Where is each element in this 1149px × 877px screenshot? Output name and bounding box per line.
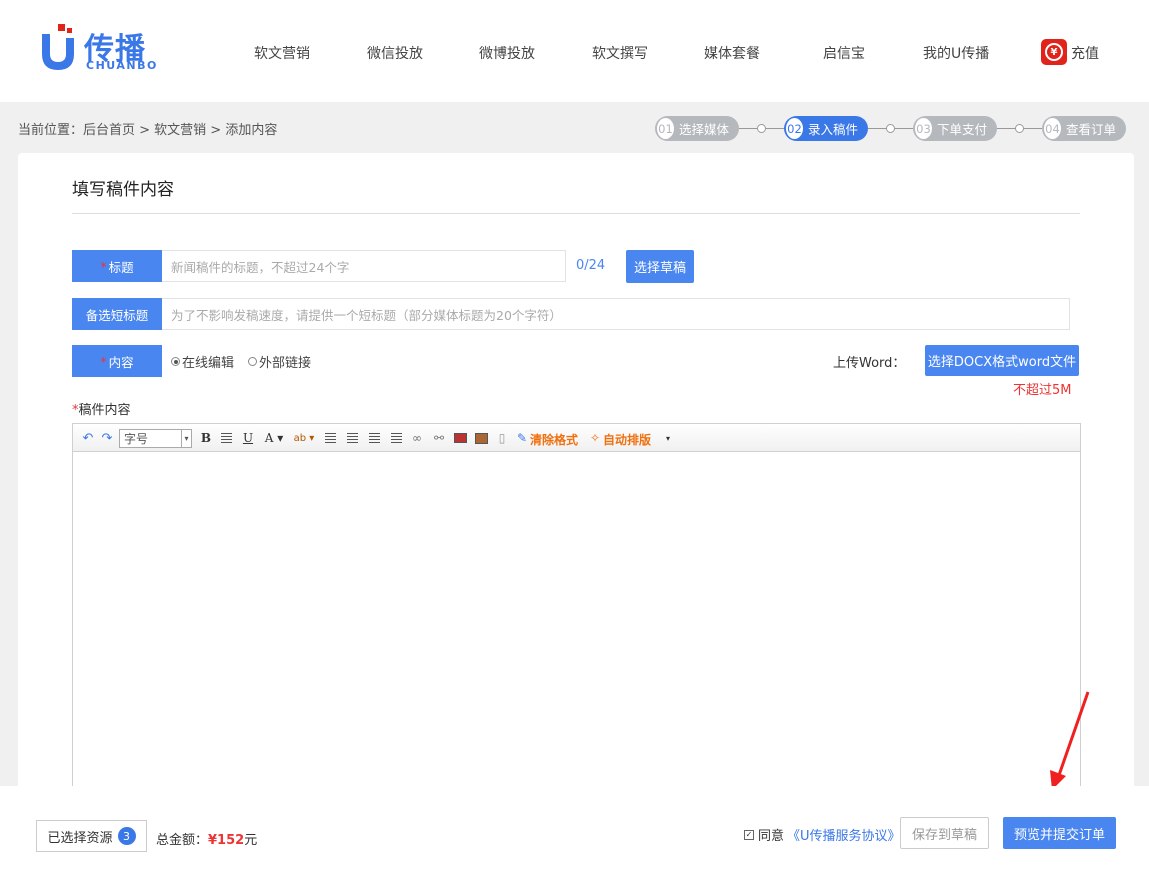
magic-wand-icon[interactable]: ✧: [588, 430, 602, 446]
article-form-card: 填写稿件内容 * 标题 新闻稿件的标题，不超过24个字 0/24 选择草稿 备选短…: [18, 153, 1134, 823]
breadcrumb: 当前位置：后台首页 > 软文营销 > 添加内容: [18, 123, 278, 138]
section-title: 填写稿件内容: [72, 180, 174, 200]
clear-format-button[interactable]: 清除格式: [530, 431, 578, 448]
document-icon[interactable]: ▯: [495, 430, 509, 446]
chevron-down-icon: ▾: [181, 430, 191, 447]
agreement-row: ✓ 同意 《U传播服务协议》: [744, 825, 901, 844]
article-body-label: *稿件内容: [72, 403, 131, 418]
footer-bar: 已选择资源 3 总金额：¥152元 ✓ 同意 《U传播服务协议》 保存到草稿 预…: [0, 786, 1149, 877]
font-size-select[interactable]: 字号 ▾: [119, 429, 192, 448]
redo-icon[interactable]: ↷: [100, 430, 114, 446]
progress-steps: 01 选择媒体 02 录入稿件 03 下单支付 04 查看订单: [655, 116, 1135, 141]
agreement-link[interactable]: 《U传播服务协议》: [787, 825, 901, 844]
auto-layout-button[interactable]: 自动排版: [603, 431, 651, 448]
recharge-icon[interactable]: ¥: [1041, 39, 1067, 65]
preview-submit-button[interactable]: 预览并提交订单: [1003, 817, 1116, 849]
nav-item-soft-article[interactable]: 软文营销: [254, 43, 310, 63]
upload-size-limit: 不超过5M: [1013, 383, 1072, 398]
image-icon[interactable]: [453, 430, 467, 446]
nav-item-wechat[interactable]: 微信投放: [367, 43, 423, 63]
unlink-icon[interactable]: ⚯: [432, 430, 446, 446]
content-mode-radio-group: 在线编辑 外部链接: [171, 352, 311, 371]
step-select-media: 01 选择媒体: [655, 116, 739, 141]
divider: [72, 213, 1080, 214]
eraser-icon[interactable]: ✎: [515, 430, 529, 446]
chevron-down-icon[interactable]: ▾: [663, 430, 673, 446]
title-input[interactable]: 新闻稿件的标题，不超过24个字: [162, 250, 566, 282]
step-enter-article: 02 录入稿件: [784, 116, 868, 141]
rich-text-editor: ↶ ↷ 字号 ▾ B U A ▾ ab ▾ ∞ ⚯ ▯ ✎ 清除格式 ✧ 自动排…: [72, 423, 1081, 823]
nav-item-weibo[interactable]: 微博投放: [479, 43, 535, 63]
radio-online-edit-label[interactable]: 在线编辑: [182, 352, 234, 371]
nav-item-qixinbao[interactable]: 启信宝: [823, 43, 865, 63]
step-view-order: 04 查看订单: [1042, 116, 1126, 141]
agree-checkbox[interactable]: ✓: [744, 829, 754, 840]
alt-title-label: 备选短标题: [72, 298, 162, 330]
nav-item-media-package[interactable]: 媒体套餐: [704, 43, 760, 63]
selected-count-badge: 3: [117, 827, 136, 845]
main-nav: 软文营销 微信投放 微博投放 软文撰写 媒体套餐 启信宝 我的U传播 ¥ 充值: [0, 0, 1149, 102]
upload-docx-button[interactable]: 选择DOCX格式word文件: [925, 345, 1079, 376]
bold-icon[interactable]: B: [200, 430, 212, 446]
align-left-icon[interactable]: [324, 430, 336, 446]
nav-item-my-account[interactable]: 我的U传播: [923, 43, 989, 63]
multi-image-icon[interactable]: [474, 430, 488, 446]
nav-item-recharge[interactable]: 充值: [1071, 43, 1099, 63]
upload-word-label: 上传Word：: [833, 356, 906, 371]
title-label: * 标题: [72, 250, 162, 282]
editor-toolbar: ↶ ↷ 字号 ▾ B U A ▾ ab ▾ ∞ ⚯ ▯ ✎ 清除格式 ✧ 自动排…: [73, 424, 1080, 452]
nav-item-writing[interactable]: 软文撰写: [592, 43, 648, 63]
align-center-icon[interactable]: [368, 430, 380, 446]
choose-draft-button[interactable]: 选择草稿: [626, 250, 694, 283]
content-label: * 内容: [72, 345, 162, 377]
highlight-color-icon[interactable]: ab ▾: [292, 430, 316, 446]
indent-icon[interactable]: [220, 430, 232, 446]
undo-icon[interactable]: ↶: [81, 430, 95, 446]
total-amount: 总金额：¥152元: [156, 833, 258, 848]
radio-external-link[interactable]: [248, 357, 258, 366]
header: 传播 CHUANBO 软文营销 微信投放 微博投放 软文撰写 媒体套餐 启信宝 …: [0, 0, 1149, 102]
underline-icon[interactable]: U: [242, 430, 254, 446]
step-payment: 03 下单支付: [913, 116, 997, 141]
radio-external-link-label[interactable]: 外部链接: [259, 352, 311, 371]
radio-online-edit[interactable]: [171, 357, 180, 366]
save-draft-button[interactable]: 保存到草稿: [900, 817, 989, 849]
title-char-counter: 0/24: [576, 258, 606, 273]
agree-text: 同意: [758, 829, 785, 844]
selected-resources-button[interactable]: 已选择资源 3: [36, 820, 147, 852]
alt-title-input[interactable]: 为了不影响发稿速度，请提供一个短标题（部分媒体标题为20个字符）: [162, 298, 1070, 330]
align-right-icon[interactable]: [346, 430, 358, 446]
font-color-icon[interactable]: A ▾: [263, 430, 285, 446]
link-icon[interactable]: ∞: [410, 430, 424, 446]
annotation-arrow-icon: [1050, 691, 1090, 790]
editor-content-area[interactable]: [73, 452, 1080, 822]
align-justify-icon[interactable]: [390, 430, 402, 446]
